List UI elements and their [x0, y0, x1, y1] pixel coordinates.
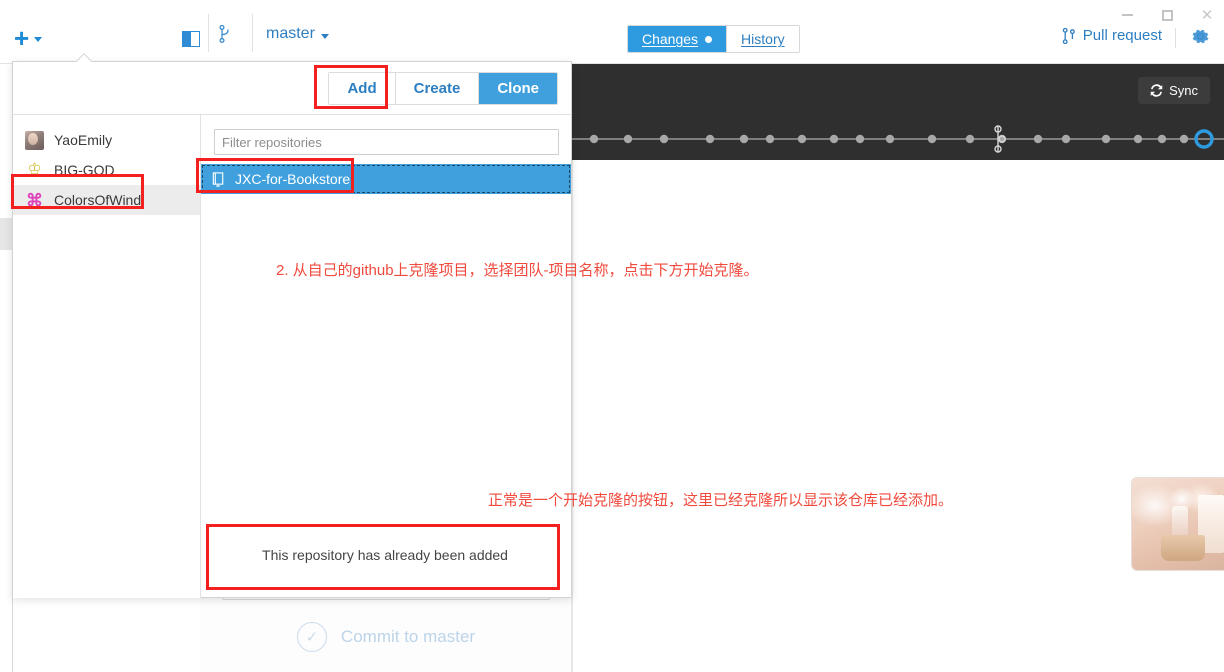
sidebar-collapsed-tab[interactable]	[0, 218, 12, 250]
branch-name-label: master	[266, 25, 315, 42]
main-toolbar: ✕ + master Changes History Pull request	[0, 0, 1224, 64]
app-window: ✓ Commit to master Sync ✕ + master Chang…	[0, 0, 1224, 672]
add-repository-popup: Add Create Clone YaoEmily ♔ BIG-GOD ⌘ Co…	[12, 61, 572, 598]
crown-icon: ♔	[27, 161, 42, 178]
toolbar-divider-3	[1175, 28, 1176, 48]
plus-icon: +	[14, 23, 30, 53]
sync-label: Sync	[1169, 83, 1198, 98]
thumbnail-basket	[1160, 535, 1205, 562]
popup-tab-clone-label: Clone	[497, 80, 539, 97]
already-added-label: This repository has already been added	[262, 547, 508, 563]
sync-icon	[1150, 84, 1163, 97]
maximize-button[interactable]	[1156, 4, 1178, 26]
changes-history-tabs: Changes History	[627, 25, 800, 53]
repository-icon	[212, 172, 224, 187]
filter-wrapper	[201, 115, 571, 155]
popup-tab-group: Add Create Clone	[328, 72, 558, 105]
content-divider	[572, 160, 573, 672]
chevron-down-icon	[34, 37, 43, 42]
annotation-already-added: 正常是一个开始克隆的按钮，这里已经克隆所以显示该仓库已经添加。	[488, 492, 954, 509]
popup-tab-create-label: Create	[413, 80, 461, 97]
tab-history-label: History	[741, 31, 785, 47]
branch-chevron-down-icon	[320, 33, 329, 39]
popup-header: Add Create Clone	[13, 62, 571, 115]
branch-selector[interactable]: master	[218, 25, 329, 43]
account-label: YaoEmily	[54, 132, 113, 148]
account-list: YaoEmily ♔ BIG-GOD ⌘ ColorsOfWind	[13, 115, 201, 598]
toolbar-divider-1	[208, 14, 209, 52]
repository-item-jxc-for-bookstore[interactable]: JXC-for-Bookstore	[201, 164, 571, 194]
add-repository-menu-button[interactable]: +	[14, 23, 43, 53]
tab-changes[interactable]: Changes	[628, 26, 727, 52]
minimize-button[interactable]	[1116, 4, 1138, 26]
pull-request-label: Pull request	[1082, 27, 1162, 44]
repository-list: JXC-for-Bookstore	[201, 164, 571, 194]
account-item-colorsofwind[interactable]: ⌘ ColorsOfWind	[13, 185, 200, 215]
annotation-clone-step: 2. 从自己的github上克隆项目，选择团队-项目名称，点击下方开始克隆。	[276, 262, 759, 279]
commit-to-master-button[interactable]: ✓ Commit to master	[200, 610, 572, 664]
sidebar-toggle-icon[interactable]	[182, 31, 200, 47]
image-thumbnail	[1132, 478, 1224, 570]
check-icon: ✓	[296, 622, 327, 652]
commit-timeline[interactable]	[572, 122, 1224, 156]
tab-history[interactable]: History	[726, 26, 799, 52]
account-item-yaoemily[interactable]: YaoEmily	[13, 125, 200, 155]
close-button[interactable]: ✕	[1196, 4, 1218, 26]
popup-tab-add-label: Add	[347, 80, 377, 97]
account-item-big-god[interactable]: ♔ BIG-GOD	[13, 155, 200, 185]
commit-button-label: Commit to master	[340, 627, 476, 646]
repository-already-added-message: This repository has already been added	[211, 524, 559, 586]
popup-arrow	[75, 53, 93, 62]
history-timeline-strip: Sync	[572, 60, 1224, 160]
popup-tab-clone[interactable]: Clone	[478, 73, 557, 104]
popup-body: YaoEmily ♔ BIG-GOD ⌘ ColorsOfWind Filter…	[13, 115, 571, 598]
account-label: BIG-GOD	[54, 162, 115, 178]
filter-repositories-input[interactable]	[214, 129, 559, 155]
gear-icon[interactable]	[1190, 26, 1212, 48]
window-controls: ✕	[1116, 4, 1218, 26]
tab-changes-label: Changes	[642, 31, 699, 47]
pull-request-button[interactable]: Pull request	[1062, 27, 1162, 44]
branch-icon	[219, 25, 229, 43]
sync-button[interactable]: Sync	[1138, 77, 1210, 104]
repository-label: JXC-for-Bookstore	[235, 171, 351, 187]
avatar	[25, 130, 44, 150]
popup-tab-create[interactable]: Create	[394, 73, 479, 104]
changes-indicator-dot	[705, 35, 713, 43]
popup-tab-add[interactable]: Add	[329, 73, 395, 104]
account-label: ColorsOfWind	[54, 192, 142, 208]
organization-icon: ⌘	[26, 190, 43, 210]
repository-picker: JXC-for-Bookstore This repository has al…	[201, 115, 571, 598]
pull-request-icon	[1062, 27, 1075, 44]
